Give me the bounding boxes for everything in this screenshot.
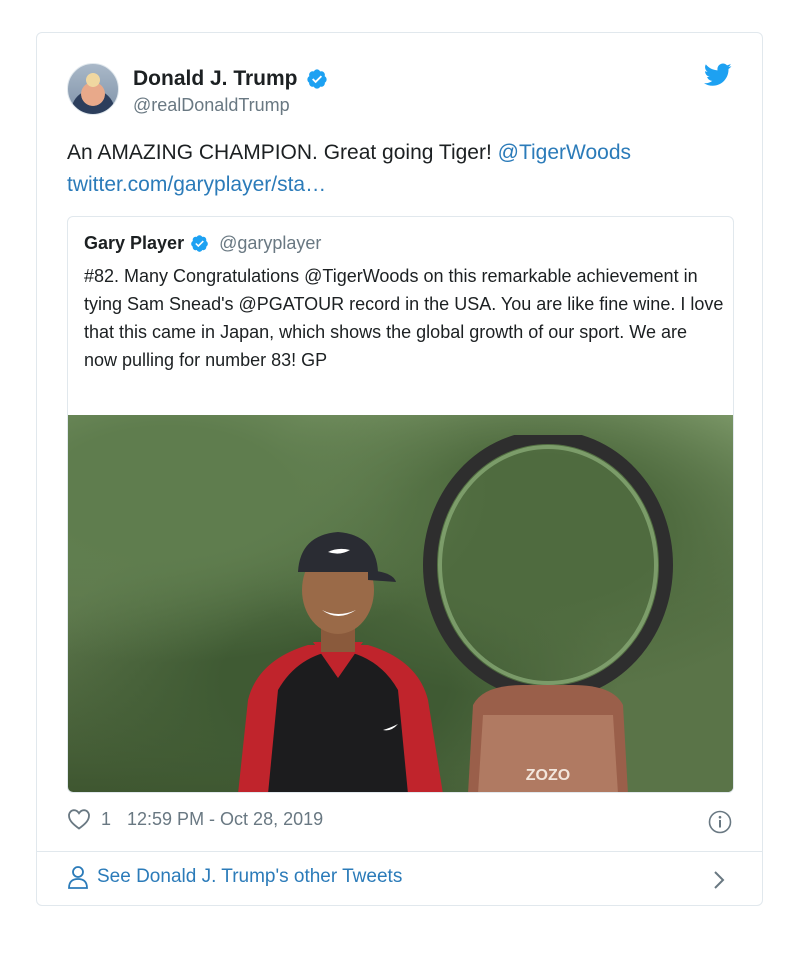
like-count[interactable]: 1 [101,809,111,830]
author-avatar[interactable] [67,63,119,115]
quoted-tweet[interactable]: Gary Player @garyplayer #82. Many Congra… [67,216,734,793]
author-name[interactable]: Donald J. Trump [133,67,298,91]
trophy-logo-text: ZOZO [526,767,570,784]
quoted-tweet-photo[interactable]: ZOZO [68,415,733,792]
twitter-bird-icon[interactable] [704,63,732,87]
tweet-meta: 1 12:59 PM - Oct 28, 2019 [67,808,323,830]
quoted-author-name: Gary Player [84,233,185,253]
trophy-figure: ZOZO [423,435,673,792]
author-handle[interactable]: @realDonaldTrump [133,95,290,116]
divider [37,851,762,852]
see-other-tweets-label[interactable]: See Donald J. Trump's other Tweets [97,866,402,888]
see-other-tweets-link[interactable]: See Donald J. Trump's other Tweets [67,865,402,889]
mention-link[interactable]: @TigerWoods [498,141,631,164]
info-icon[interactable] [708,810,732,834]
tweet-body: An AMAZING CHAMPION. Great going Tiger! [67,141,498,164]
quoted-tweet-text: #82. Many Congratulations @TigerWoods on… [84,266,724,370]
heart-icon[interactable] [67,808,91,830]
verified-badge-icon [306,69,327,89]
quoted-author-handle: @garyplayer [219,233,322,253]
author-name-row: Donald J. Trump [133,67,328,91]
person-icon [68,866,88,889]
tweet-url-link[interactable]: twitter.com/garyplayer/sta… [67,173,326,196]
tweet-text: An AMAZING CHAMPION. Great going Tiger! … [67,137,737,201]
embedded-tweet-card[interactable]: Donald J. Trump @realDonaldTrump An AMAZ… [36,32,763,906]
chevron-right-icon[interactable] [712,869,726,891]
tweet-timestamp[interactable]: 12:59 PM - Oct 28, 2019 [127,809,323,830]
tweet-header: Donald J. Trump @realDonaldTrump [67,63,732,123]
verified-badge-icon [191,235,208,252]
quoted-tweet-header: Gary Player @garyplayer [84,233,321,254]
